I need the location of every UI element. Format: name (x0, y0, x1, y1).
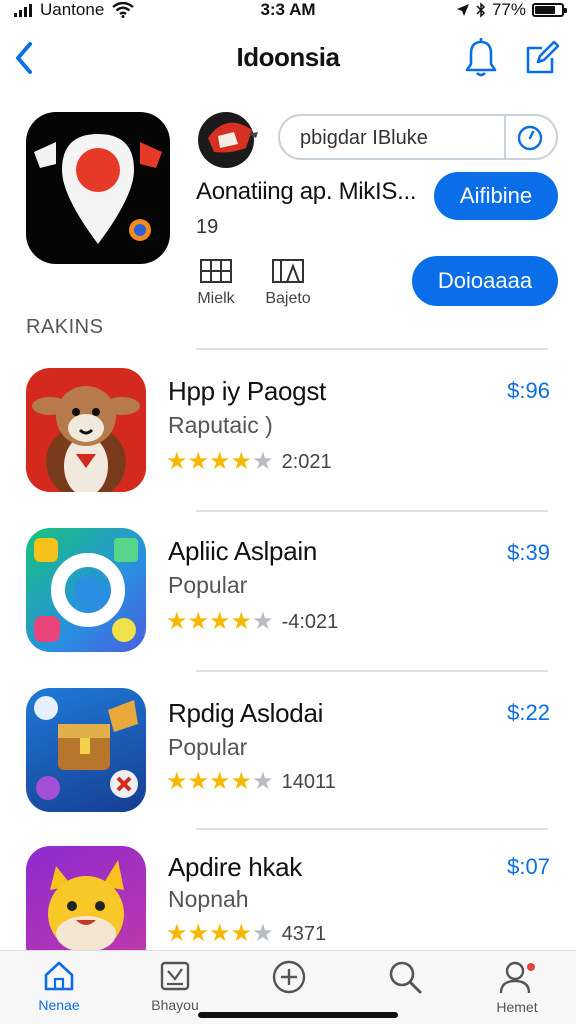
profile-icon (499, 961, 535, 994)
star-icon: ★ (252, 920, 274, 947)
compose-icon[interactable] (522, 38, 562, 78)
star-rating: ★ ★ ★ ★ ★ 14011 (166, 770, 336, 794)
featured-app-icon[interactable] (26, 112, 170, 264)
tab-search[interactable] (350, 959, 460, 999)
status-bar: Uantone 3:3 AM 77% (0, 0, 576, 22)
app-subtitle: Nopnah (168, 886, 249, 912)
star-rating: ★ ★ ★ ★ ★ 2:021 (166, 450, 332, 474)
bluetooth-icon (476, 2, 486, 18)
row-divider (196, 348, 548, 350)
developer-avatar[interactable] (196, 108, 260, 170)
home-icon (44, 961, 74, 991)
plus-circle-icon (272, 960, 306, 994)
home-indicator (198, 1012, 398, 1018)
battery-fill (535, 6, 556, 14)
star-icon: ★ (252, 608, 274, 635)
featured-app-name: Aonatiing ap. MikIS... (196, 178, 417, 205)
app-name: Rpdig Aslodai (168, 698, 324, 728)
price-label[interactable]: $:96 (507, 378, 550, 404)
star-icon: ★ (166, 448, 188, 475)
star-icon: ★ (230, 768, 253, 795)
star-icon: ★ (252, 448, 274, 475)
row-divider (196, 828, 548, 830)
battery-icon (532, 3, 567, 17)
search-field[interactable]: pbigdar IBluke (278, 114, 558, 160)
star-rating: ★ ★ ★ ★ ★ -4:021 (166, 610, 338, 634)
news-icon (160, 961, 190, 991)
location-pin-app-icon (34, 134, 162, 244)
battery-percent: 77% (491, 0, 526, 19)
nav-bar: Idoonsia (0, 28, 576, 88)
app-name: Hpp iy Paogst (168, 376, 326, 406)
section-label: RAKINS (26, 316, 104, 338)
featured-app-count: 19 (196, 216, 219, 238)
grid-icon (200, 259, 232, 283)
star-icon: ★ (230, 608, 253, 635)
tab-add[interactable] (234, 959, 344, 999)
search-clock-icon[interactable] (514, 122, 546, 154)
star-icon: ★ (166, 920, 188, 947)
list-item[interactable]: Apliic Aslpain Popular ★ ★ ★ ★ ★ -4:021 $:39 (0, 526, 576, 656)
rating-count: 14011 (281, 770, 336, 793)
tab-news-label: Bhayou (151, 997, 199, 1013)
tab-home-label: Nenae (38, 997, 80, 1013)
tab-profile[interactable]: Hemet (462, 959, 572, 1015)
bell-icon[interactable] (462, 36, 500, 78)
price-label[interactable]: $:39 (507, 540, 550, 566)
circular-sync-app-icon (26, 528, 146, 652)
search-icon (389, 961, 422, 994)
star-icon: ★ (230, 448, 253, 475)
app-subtitle: Popular (168, 572, 248, 598)
list-item[interactable]: Hpp iy Paogst Raputaic ) ★ ★ ★ ★ ★ 2:021 $:96 (0, 364, 576, 494)
star-icon: ★ (187, 920, 210, 947)
action-mielk-label: Mielk (197, 290, 235, 307)
star-icon: ★ (209, 448, 231, 475)
cartoon-cow-app-icon (26, 368, 146, 492)
app-name: Apliic Aslpain (168, 536, 317, 566)
layout-icon (272, 259, 304, 283)
status-right: 77% (456, 0, 567, 20)
rating-count: 4371 (281, 922, 327, 945)
rating-count: 2:021 (281, 450, 332, 473)
primary-action-button[interactable]: Aifibine (434, 172, 558, 220)
star-icon: ★ (166, 768, 188, 795)
star-icon: ★ (166, 608, 188, 635)
action-bajeto-label: Bajeto (265, 290, 311, 307)
row-divider (196, 670, 548, 672)
star-icon: ★ (187, 768, 210, 795)
treasure-game-app-icon (26, 688, 146, 812)
price-label[interactable]: $:07 (507, 854, 550, 880)
star-icon: ★ (209, 920, 231, 947)
list-item[interactable]: Rpdig Aslodai Popular ★ ★ ★ ★ ★ 14011 $:22 (0, 686, 576, 816)
action-bajeto[interactable]: Bajeto (256, 258, 320, 308)
location-icon (456, 4, 469, 16)
rating-count: -4:021 (281, 610, 339, 633)
app-name: Apdire hkak (168, 852, 302, 882)
tab-home[interactable]: Nenae (4, 959, 114, 1013)
row-divider (196, 510, 548, 512)
star-icon: ★ (209, 768, 231, 795)
app-subtitle: Popular (168, 734, 248, 760)
tab-news[interactable]: Bhayou (120, 959, 230, 1013)
star-icon: ★ (209, 608, 231, 635)
action-mielk[interactable]: Mielk (184, 258, 248, 308)
search-divider (504, 116, 506, 158)
tab-profile-label: Hemet (496, 999, 538, 1015)
star-icon: ★ (187, 448, 210, 475)
price-label[interactable]: $:22 (507, 700, 550, 726)
app-subtitle: Raputaic ) (168, 412, 273, 438)
star-icon: ★ (230, 920, 253, 947)
star-icon: ★ (252, 768, 274, 795)
search-input[interactable]: pbigdar IBluke (300, 127, 428, 150)
star-icon: ★ (187, 608, 210, 635)
star-rating: ★ ★ ★ ★ ★ 4371 (166, 922, 326, 946)
download-button[interactable]: Doioaaaa (412, 256, 558, 306)
